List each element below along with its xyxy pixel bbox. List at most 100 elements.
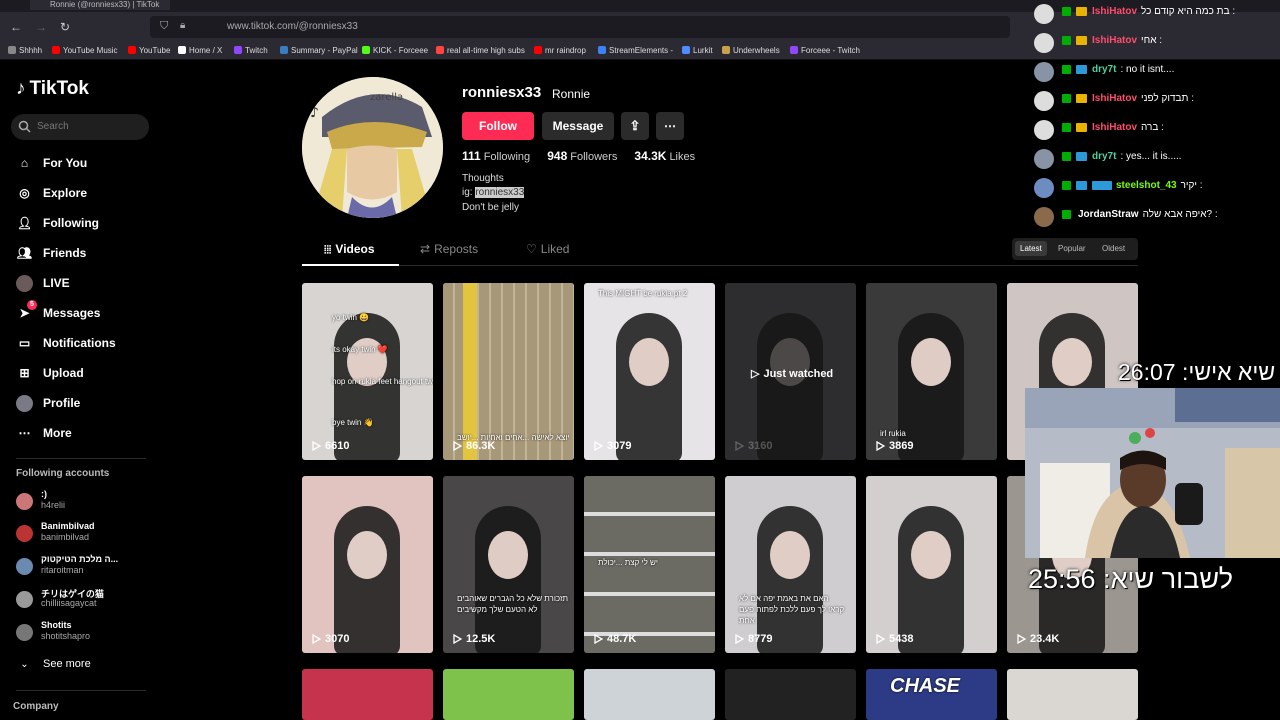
bookmark-favicon [280,46,288,54]
following-stat[interactable]: 111 Following [462,149,530,163]
tab-videos-label: Videos [335,242,375,256]
video-thumbnail[interactable]: תזכורת שלא כל הגברים שאוהבים לא הטעם שלך … [443,476,574,653]
bookmark-item[interactable]: YouTube Music [52,46,118,55]
sidebar-item-explore[interactable]: ◎ Explore [16,183,87,203]
message-button[interactable]: Message [542,112,614,140]
see-more-button[interactable]: ⌄ See more [16,654,91,674]
chat-username: steelshot_43 [1116,180,1177,191]
chat-username: IshiHatov [1092,122,1138,133]
video-thumbnail[interactable] [302,669,433,720]
video-figure [898,313,964,460]
tab-videos[interactable]: ⦙⦙⦙ Videos [324,242,375,257]
bookmark-item[interactable]: Underwheels [722,46,780,55]
view-count-value: 3160 [748,440,773,452]
video-thumbnail[interactable] [584,669,715,720]
sort-oldest[interactable]: Oldest [1102,244,1125,253]
bookmark-label: Twitch [245,46,268,55]
share-icon: ⇪ [629,118,641,133]
mod-badge-icon [1062,65,1071,74]
bookmark-favicon [722,46,730,54]
sidebar-item-live[interactable]: ● LIVE [16,273,70,293]
share-button[interactable]: ⇪ [621,112,649,140]
bookmark-item[interactable]: Twitch [234,46,268,55]
bookmark-item[interactable]: StreamElements - [598,46,673,55]
video-thumbnail[interactable]: ▷ Just watched 3160 [725,283,856,460]
company-link[interactable]: Company [13,701,59,712]
video-thumbnail[interactable]: יוצא לאישה ...אחים ואחיות ...יושב 86.3K [443,283,574,460]
video-thumbnail[interactable]: יש לי קצת ...יכולת 48.7K [584,476,715,653]
sidebar-item-upload[interactable]: ⊞ Upload [16,363,84,383]
video-thumbnail[interactable]: irl rukia 3869 [866,283,997,460]
ellipsis-icon: ⋯ [18,426,31,440]
video-thumbnail[interactable]: yo twin 😀 its okay twin ❤️ hop on rukia fe… [302,283,433,460]
chat-text: IshiHatov ברה : [1092,122,1164,133]
chat-text: IshiHatov בת כמה היא קודם כל : [1092,6,1235,17]
bookmark-item[interactable]: mr raindrop [534,46,586,55]
sidebar-item-notifications[interactable]: ▭ Notifications [16,333,116,353]
video-thumbnail[interactable] [725,669,856,720]
video-thumbnail[interactable] [1007,669,1138,720]
tab-liked[interactable]: ♡ Liked [526,242,569,256]
sidebar-item-label: Upload [43,366,84,380]
sort-toggle: Latest Popular Oldest [1012,238,1138,260]
bookmark-item[interactable]: real all-time high subs [436,46,525,55]
chat-message-text: ברה : [1141,122,1164,133]
bookmark-label: YouTube [139,46,171,55]
followers-stat[interactable]: 948 Followers [547,149,617,163]
sidebar-item-label: Friends [43,246,87,260]
video-thumbnail[interactable] [443,669,574,720]
sidebar-item-messages[interactable]: ➤ 5 Messages [16,300,100,323]
avatar-illustration: zarella ♪ [302,77,443,218]
search-placeholder: Search [37,121,69,132]
sub-badge-icon [1076,7,1087,16]
avatar [16,525,33,542]
bookmark-item[interactable]: Lurkit [682,46,713,55]
avatar [16,624,33,641]
video-thumbnail[interactable]: This MIGHT be rukia pt 2 3079 [584,283,715,460]
sidebar-item-profile[interactable]: ● Profile [16,393,80,413]
sidebar-item-friends[interactable]: 👥︎ Friends [16,243,86,263]
sidebar-item-label: Explore [43,186,88,200]
account-name: :) [41,489,47,499]
bio-ig-handle[interactable]: ronniesx33 [475,187,525,198]
forward-icon[interactable]: → [35,20,47,34]
just-watched-text: Just watched [763,368,834,380]
bookmark-label: Home / X [189,46,223,55]
account-name: Shotits [41,620,72,630]
video-thumbnail[interactable]: CHASE [866,669,997,720]
video-caption: האם את באמת יפה אם לא [739,594,829,603]
bookmark-item[interactable]: YouTube [128,46,170,55]
bookmark-item[interactable]: KICK - Forceee [362,46,428,55]
bookmark-item[interactable]: Forceee - Twitch [790,46,860,55]
bookmark-item[interactable]: Shhhh [8,46,42,55]
profile-avatar[interactable]: zarella ♪ [302,77,443,218]
sub-badge-icon [1076,65,1087,74]
video-figure [898,506,964,653]
bookmark-item[interactable]: Home / X [178,46,222,55]
follow-button[interactable]: Follow [462,112,534,140]
browser-tab[interactable]: Ronnie (@ronniesx33) | TikTok [30,0,170,10]
back-icon[interactable]: ← [10,20,22,34]
tab-reposts[interactable]: ⇄ Reposts [420,242,478,256]
see-more-label: See more [43,658,91,670]
chat-text: steelshot_43 יקיר : [1116,180,1203,191]
video-thumbnail[interactable]: 5438 [866,476,997,653]
reload-icon[interactable]: ↻ [60,20,70,34]
sidebar-item-for-you[interactable]: ⌂ For You [16,153,87,173]
sidebar-item-label: More [43,426,72,440]
tiktok-logo[interactable]: ♪ TikTok [16,78,89,100]
bookmark-label: Forceee - Twitch [801,46,860,55]
messages-badge: 5 [27,300,37,310]
sort-popular[interactable]: Popular [1058,244,1086,253]
bookmark-item[interactable]: Summary - PayPal [280,46,358,55]
sort-latest[interactable]: Latest [1015,241,1047,256]
video-thumbnail[interactable]: 3070 [302,476,433,653]
url-bar[interactable]: ⛉ 🔒︎ www.tiktok.com/@ronniesx33 [150,16,1010,38]
more-options-button[interactable]: ⋯ [656,112,684,140]
search-input[interactable]: Search [11,114,149,140]
video-thumbnail[interactable]: האם את באמת יפה אם לא קראו לך פעם ללכת לפ… [725,476,856,653]
sidebar-item-following[interactable]: 👤︎ Following [16,213,99,233]
home-icon: ⌂ [20,156,29,170]
sidebar-item-more[interactable]: ⋯ More [16,423,72,443]
chat-bubble-icon: ▭ [18,336,31,350]
